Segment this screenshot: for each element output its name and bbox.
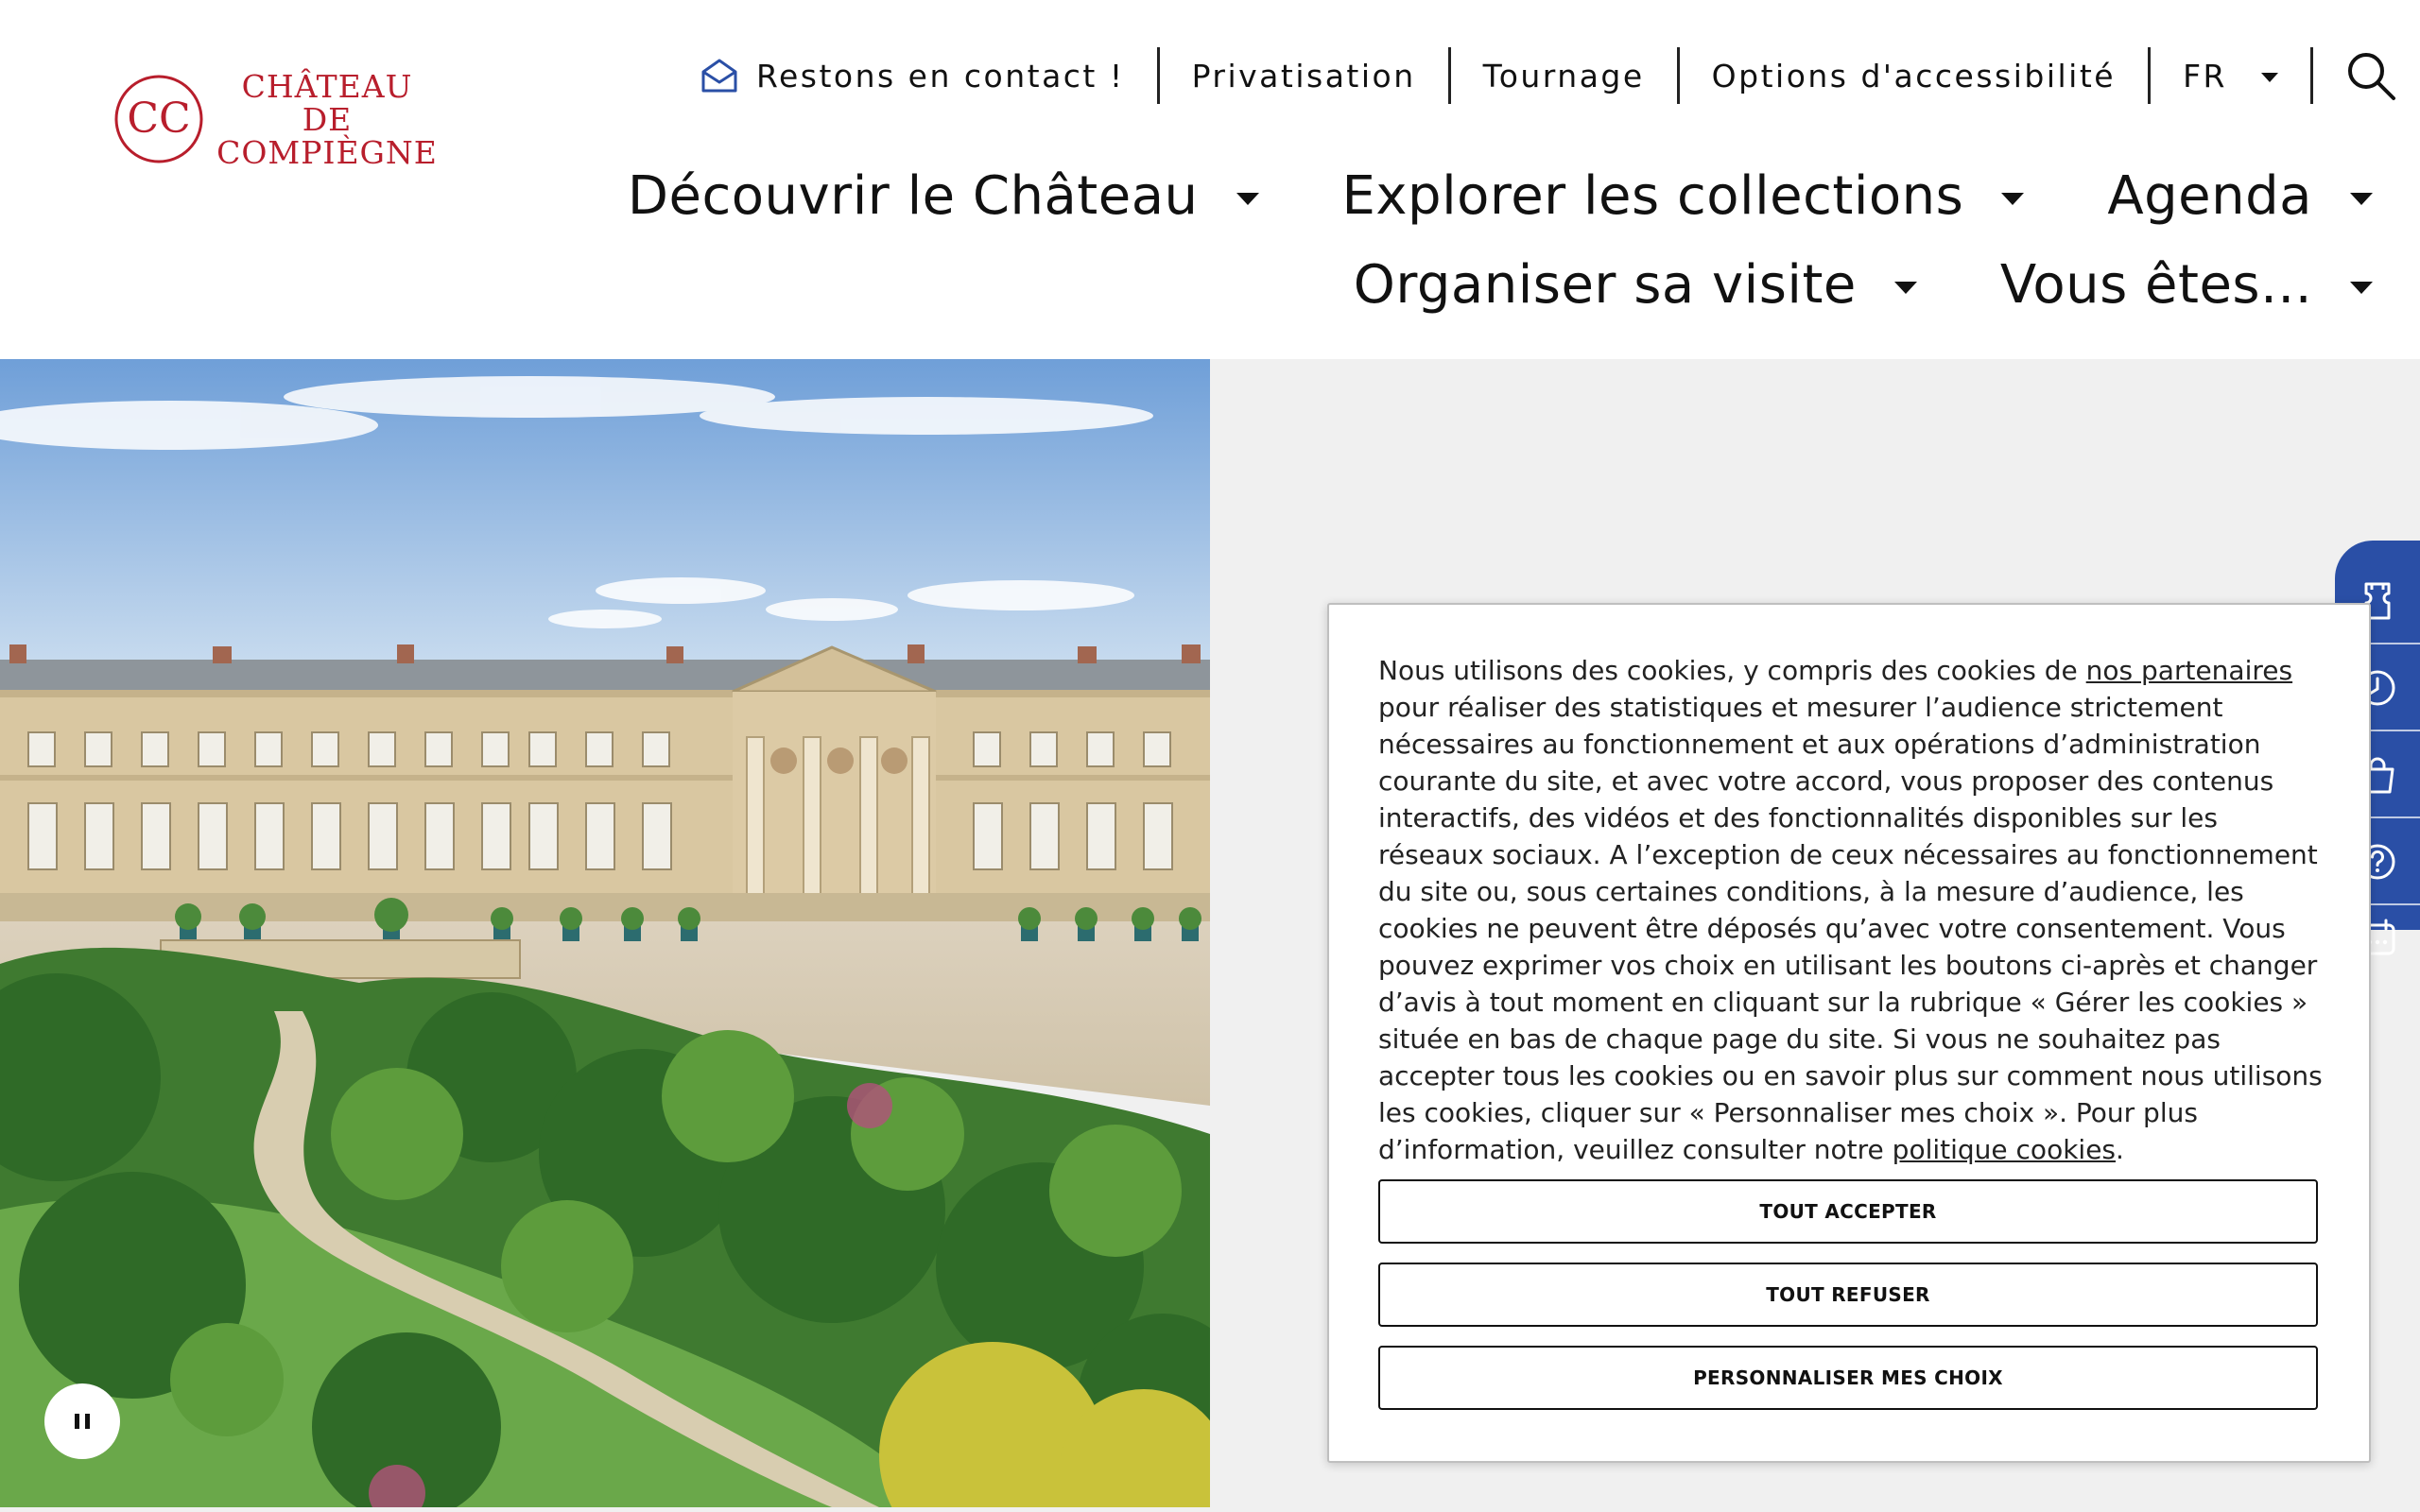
nav-divider	[1156, 47, 1160, 104]
cookie-policy-link[interactable]: politique cookies	[1893, 1134, 2116, 1165]
cookie-text-part: Nous utilisons des cookies, y compris de…	[1378, 655, 2086, 686]
nav-divider	[2310, 47, 2313, 104]
caret-down-icon	[1893, 281, 1917, 294]
nav-organize-visit[interactable]: Organiser sa visite	[1354, 254, 1917, 316]
nav-divider	[1676, 47, 1680, 104]
logo-wordmark: CHÂTEAU DE COMPIÈGNE	[214, 70, 441, 169]
nav-agenda[interactable]: Agenda	[2107, 165, 2373, 227]
nav-visit-label: Organiser sa visite	[1353, 253, 1857, 316]
nav-divider	[1447, 47, 1451, 104]
partners-link[interactable]: nos partenaires	[2086, 655, 2292, 686]
logo-line-2: DE	[302, 101, 353, 138]
svg-text:CC: CC	[127, 94, 190, 143]
nav-discover-label: Découvrir le Château	[627, 164, 1199, 227]
castle-illustration	[0, 359, 1210, 1507]
caret-down-icon	[2001, 192, 2025, 205]
language-label: FR	[2183, 57, 2227, 94]
pause-icon	[75, 1414, 79, 1429]
nav-agenda-label: Agenda	[2107, 164, 2312, 227]
nav-collections-label: Explorer les collections	[1341, 164, 1964, 227]
caret-down-icon	[2261, 73, 2278, 82]
pause-icon	[85, 1414, 90, 1429]
tournage-link[interactable]: Tournage	[1483, 58, 1645, 94]
slideshow-pause-button[interactable]	[44, 1383, 120, 1459]
caret-down-icon	[2350, 281, 2373, 294]
privatisation-link[interactable]: Privatisation	[1192, 58, 1416, 94]
cookie-consent-text: Nous utilisons des cookies, y compris de…	[1378, 652, 2327, 1168]
hero-photo-castle	[0, 359, 1210, 1507]
main-nav-row: Découvrir le Château Explorer les collec…	[577, 151, 2373, 240]
nav-explore-collections[interactable]: Explorer les collections	[1342, 165, 2025, 227]
cookie-text-part: pour réaliser des statistiques et mesure…	[1378, 692, 2323, 1165]
nav-you-are[interactable]: Vous êtes...	[2000, 254, 2373, 316]
main-nav-row: Organiser sa visite Vous êtes...	[577, 240, 2373, 329]
monogram-logo-icon: CC	[114, 75, 203, 163]
caret-down-icon	[1236, 192, 1259, 205]
main-nav: Découvrir le Château Explorer les collec…	[577, 151, 2373, 329]
accept-all-button[interactable]: TOUT ACCEPTER	[1378, 1179, 2318, 1244]
search-icon	[2348, 53, 2395, 100]
accessibility-options-link[interactable]: Options d'accessibilité	[1712, 58, 2116, 94]
contact-label: Restons en contact !	[756, 57, 1125, 94]
site-logo[interactable]: CC CHÂTEAU DE COMPIÈGNE	[112, 68, 437, 172]
cookie-text-part: .	[2116, 1134, 2124, 1165]
customize-choices-button[interactable]: PERSONNALISER MES CHOIX	[1378, 1346, 2318, 1410]
logo-line-1: CHÂTEAU	[241, 68, 413, 105]
nav-you-are-label: Vous êtes...	[1999, 253, 2312, 316]
envelope-open-icon	[701, 59, 737, 93]
logo-line-3: COMPIÈGNE	[216, 134, 438, 171]
nav-discover-castle[interactable]: Découvrir le Château	[628, 165, 1259, 227]
search-button[interactable]	[2345, 50, 2396, 101]
site-header: CC CHÂTEAU DE COMPIÈGNE Restons en conta…	[0, 0, 2420, 359]
cookie-consent-dialog: Nous utilisons des cookies, y compris de…	[1327, 603, 2371, 1463]
language-selector[interactable]: FR	[2183, 58, 2278, 94]
utility-nav: Restons en contact ! Privatisation Tourn…	[700, 45, 2396, 106]
contact-link[interactable]: Restons en contact !	[700, 57, 1125, 94]
refuse-all-button[interactable]: TOUT REFUSER	[1378, 1263, 2318, 1327]
caret-down-icon	[2350, 192, 2373, 205]
nav-divider	[2148, 47, 2152, 104]
